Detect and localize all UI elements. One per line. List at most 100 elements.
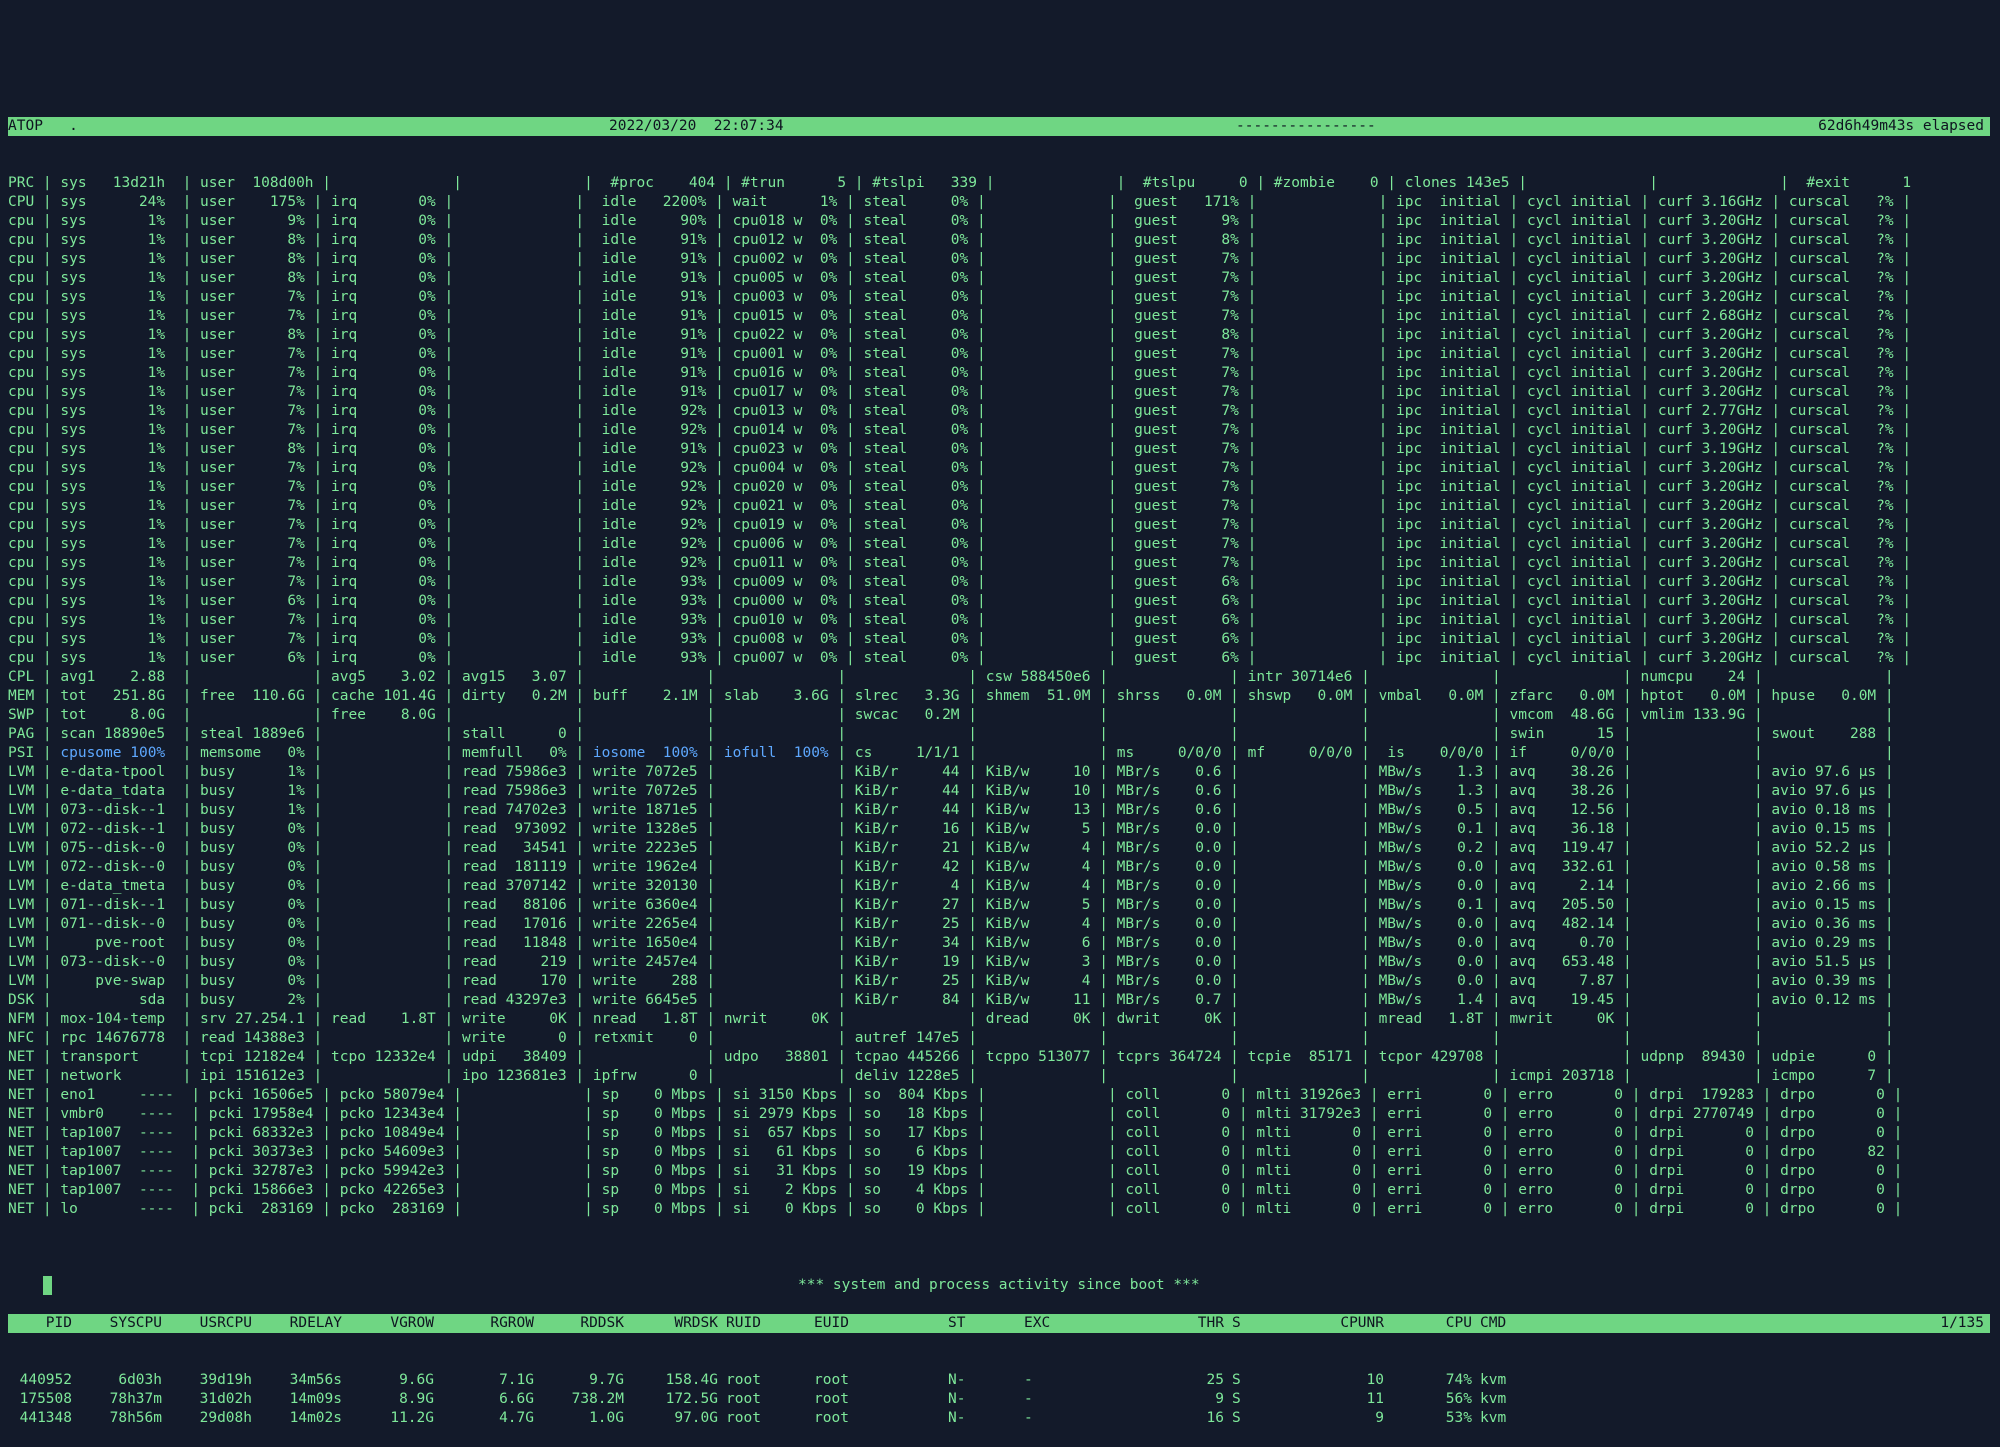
column-header-thr[interactable]: THR [1116,1314,1224,1333]
column-header-rdelay[interactable]: RDELAY [252,1314,342,1333]
process-row[interactable]: 441348 78h56m 29d08h 14m02s 11.2G 4.7G 1.0G 97.… [8,1409,1990,1428]
stat-line: cpu | sys 1% | user 7% | irq 0% | | idle… [8,346,1912,362]
psi-iosome: iosome 100% [592,745,698,761]
cell-euid: root [814,1410,849,1426]
column-header-rddsk[interactable]: RDDSK [534,1314,624,1333]
column-header-usrcpu[interactable]: USRCPU [162,1314,252,1333]
cell-thr: 25 [1206,1372,1224,1388]
stat-line: LVM | 073--disk--1 | busy 1% | | read 74… [8,802,1894,818]
stat-line: NET | vmbr0 ---- | pcki 17958e4 | pcko 1… [8,1106,1903,1122]
stat-line: cpu | sys 1% | user 9% | irq 0% | | idle… [8,213,1912,229]
stat-line: cpu | sys 1% | user 7% | irq 0% | | idle… [8,422,1912,438]
cell-s: S [1232,1372,1241,1388]
cell-usrcpu: 31d02h [199,1391,252,1407]
stat-line: cpu | sys 1% | user 7% | irq 0% | | idle… [8,460,1912,476]
cell-cmd: kvm [1480,1391,1507,1407]
stat-line: cpu | sys 1% | user 8% | irq 0% | | idle… [8,251,1912,267]
column-header-syscpu[interactable]: SYSCPU [72,1314,162,1333]
title-left: ATOP . [8,117,78,136]
column-header-cpunr[interactable]: CPUNR [1282,1314,1384,1333]
psi-cpusome: cpusome 100% [60,745,166,761]
column-header-st[interactable]: ST [940,1314,1016,1333]
cell-s: S [1232,1410,1241,1426]
stat-line: LVM | 075--disk--0 | busy 0% | | read 34… [8,840,1894,856]
title-datetime: 2022/03/20 22:07:34 [609,118,784,134]
cell-pid: 441348 [19,1410,72,1426]
column-header-exc[interactable]: EXC [1016,1314,1116,1333]
process-table-body: 440952 6d03h 39d19h 34m56s 9.6G 7.1G 9.7G 158.4… [8,1371,1990,1428]
stat-line: cpu | sys 1% | user 7% | irq 0% | | idle… [8,574,1912,590]
cell-cpu: 56% [1445,1391,1472,1407]
cell-ruid: root [726,1410,761,1426]
title-bar: ATOP . 2022/03/20 22:07:34 -------------… [8,117,1990,136]
cell-usrcpu: 29d08h [199,1410,252,1426]
stat-line: CPL | avg1 2.88 | | avg5 3.02 | avg15 3.… [8,669,1894,685]
stat-line: cpu | sys 1% | user 8% | irq 0% | | idle… [8,441,1912,457]
process-row[interactable]: 175508 78h37m 31d02h 14m09s 8.9G 6.6G 738.2M 17… [8,1390,1990,1409]
cursor [42,1276,52,1295]
cell-vgrow: 8.9G [399,1391,434,1407]
cell-rddsk: 9.7G [589,1372,624,1388]
column-header-s[interactable]: S [1224,1314,1282,1333]
stat-line: cpu | sys 1% | user 7% | irq 0% | | idle… [8,479,1912,495]
cell-wrdsk: 97.0G [674,1410,718,1426]
stat-line: NET | lo ---- | pcki 283169 | pcko 28316… [8,1201,1903,1217]
cell-ruid: root [726,1391,761,1407]
stat-line: CPU | sys 24% | user 175% | irq 0% | | i… [8,194,1912,210]
stat-line: NET | eno1 ---- | pcki 16506e5 | pcko 58… [8,1087,1903,1103]
stat-line: NET | tap1007 ---- | pcki 32787e3 | pcko… [8,1163,1903,1179]
column-header-pid[interactable]: PID [8,1314,72,1333]
stat-line: PSI | cpusome 100% | memsome 0% | | memf… [8,745,1894,761]
stat-line: NET | tap1007 ---- | pcki 68332e3 | pcko… [8,1125,1903,1141]
cell-pid: 440952 [19,1372,72,1388]
column-header-euid[interactable]: EUID [806,1314,940,1333]
cell-cpu: 53% [1445,1410,1472,1426]
cell-cpunr: 10 [1366,1372,1384,1388]
stat-line: cpu | sys 1% | user 8% | irq 0% | | idle… [8,232,1912,248]
stat-line: NET | tap1007 ---- | pcki 15866e3 | pcko… [8,1182,1903,1198]
stat-line: LVM | 071--disk--1 | busy 0% | | read 88… [8,897,1894,913]
stat-line: cpu | sys 1% | user 7% | irq 0% | | idle… [8,498,1912,514]
stat-line: LVM | 071--disk--0 | busy 0% | | read 17… [8,916,1894,932]
stat-line: cpu | sys 1% | user 7% | irq 0% | | idle… [8,403,1912,419]
cell-pid: 175508 [19,1391,72,1407]
column-header-vgrow[interactable]: VGROW [342,1314,434,1333]
process-row[interactable]: 440952 6d03h 39d19h 34m56s 9.6G 7.1G 9.7G 158.4… [8,1371,1990,1390]
cell-rdelay: 14m09s [289,1391,342,1407]
stat-line: NET | network | ipi 151612e3 | | ipo 123… [8,1068,1894,1084]
stat-line: cpu | sys 1% | user 7% | irq 0% | | idle… [8,536,1912,552]
cell-st: N- [948,1391,966,1407]
psi-iofull: iofull 100% [723,745,829,761]
stat-line: LVM | e-data_tmeta | busy 0% | | read 37… [8,878,1894,894]
process-table-header: PID SYSCPU USRCPU RDELAY VGROW RGROW RDDSK WRDS… [8,1314,1990,1333]
column-header-cpu[interactable]: CPU [1384,1314,1472,1333]
cell-cmd: kvm [1480,1410,1507,1426]
stat-line: cpu | sys 1% | user 6% | irq 0% | | idle… [8,593,1912,609]
stat-line: cpu | sys 1% | user 7% | irq 0% | | idle… [8,612,1912,628]
cell-cpunr: 11 [1366,1391,1384,1407]
stat-line: cpu | sys 1% | user 6% | irq 0% | | idle… [8,650,1912,666]
cell-exc: - [1024,1391,1033,1407]
cell-exc: - [1024,1410,1033,1426]
system-level-stats: PRC | sys 13d21h | user 108d00h | | | #p… [8,174,1990,1219]
stat-line: NFM | mox-104-temp | srv 27.254.1 | read… [8,1011,1894,1027]
cell-rddsk: 738.2M [571,1391,624,1407]
cell-st: N- [948,1410,966,1426]
stat-line: cpu | sys 1% | user 8% | irq 0% | | idle… [8,327,1912,343]
cell-rgrow: 7.1G [499,1372,534,1388]
column-header-cmd[interactable]: CMD [1472,1314,1532,1333]
cell-rdelay: 34m56s [289,1372,342,1388]
stat-line: cpu | sys 1% | user 7% | irq 0% | | idle… [8,517,1912,533]
column-header-ruid[interactable]: RUID [718,1314,806,1333]
cell-euid: root [814,1372,849,1388]
stat-line: NET | tap1007 ---- | pcki 30373e3 | pcko… [8,1144,1903,1160]
column-header-rgrow[interactable]: RGROW [434,1314,534,1333]
page-indicator: 1/135 [1940,1315,1984,1331]
column-header-wrdsk[interactable]: WRDSK [624,1314,718,1333]
cell-syscpu: 78h56m [109,1410,162,1426]
stat-line: LVM | e-data_tdata | busy 1% | | read 75… [8,783,1894,799]
stat-line: LVM | pve-swap | busy 0% | | read 170 | … [8,973,1894,989]
cell-vgrow: 9.6G [399,1372,434,1388]
stat-line: PRC | sys 13d21h | user 108d00h | | | #p… [8,175,1912,191]
cell-thr: 16 [1206,1410,1224,1426]
